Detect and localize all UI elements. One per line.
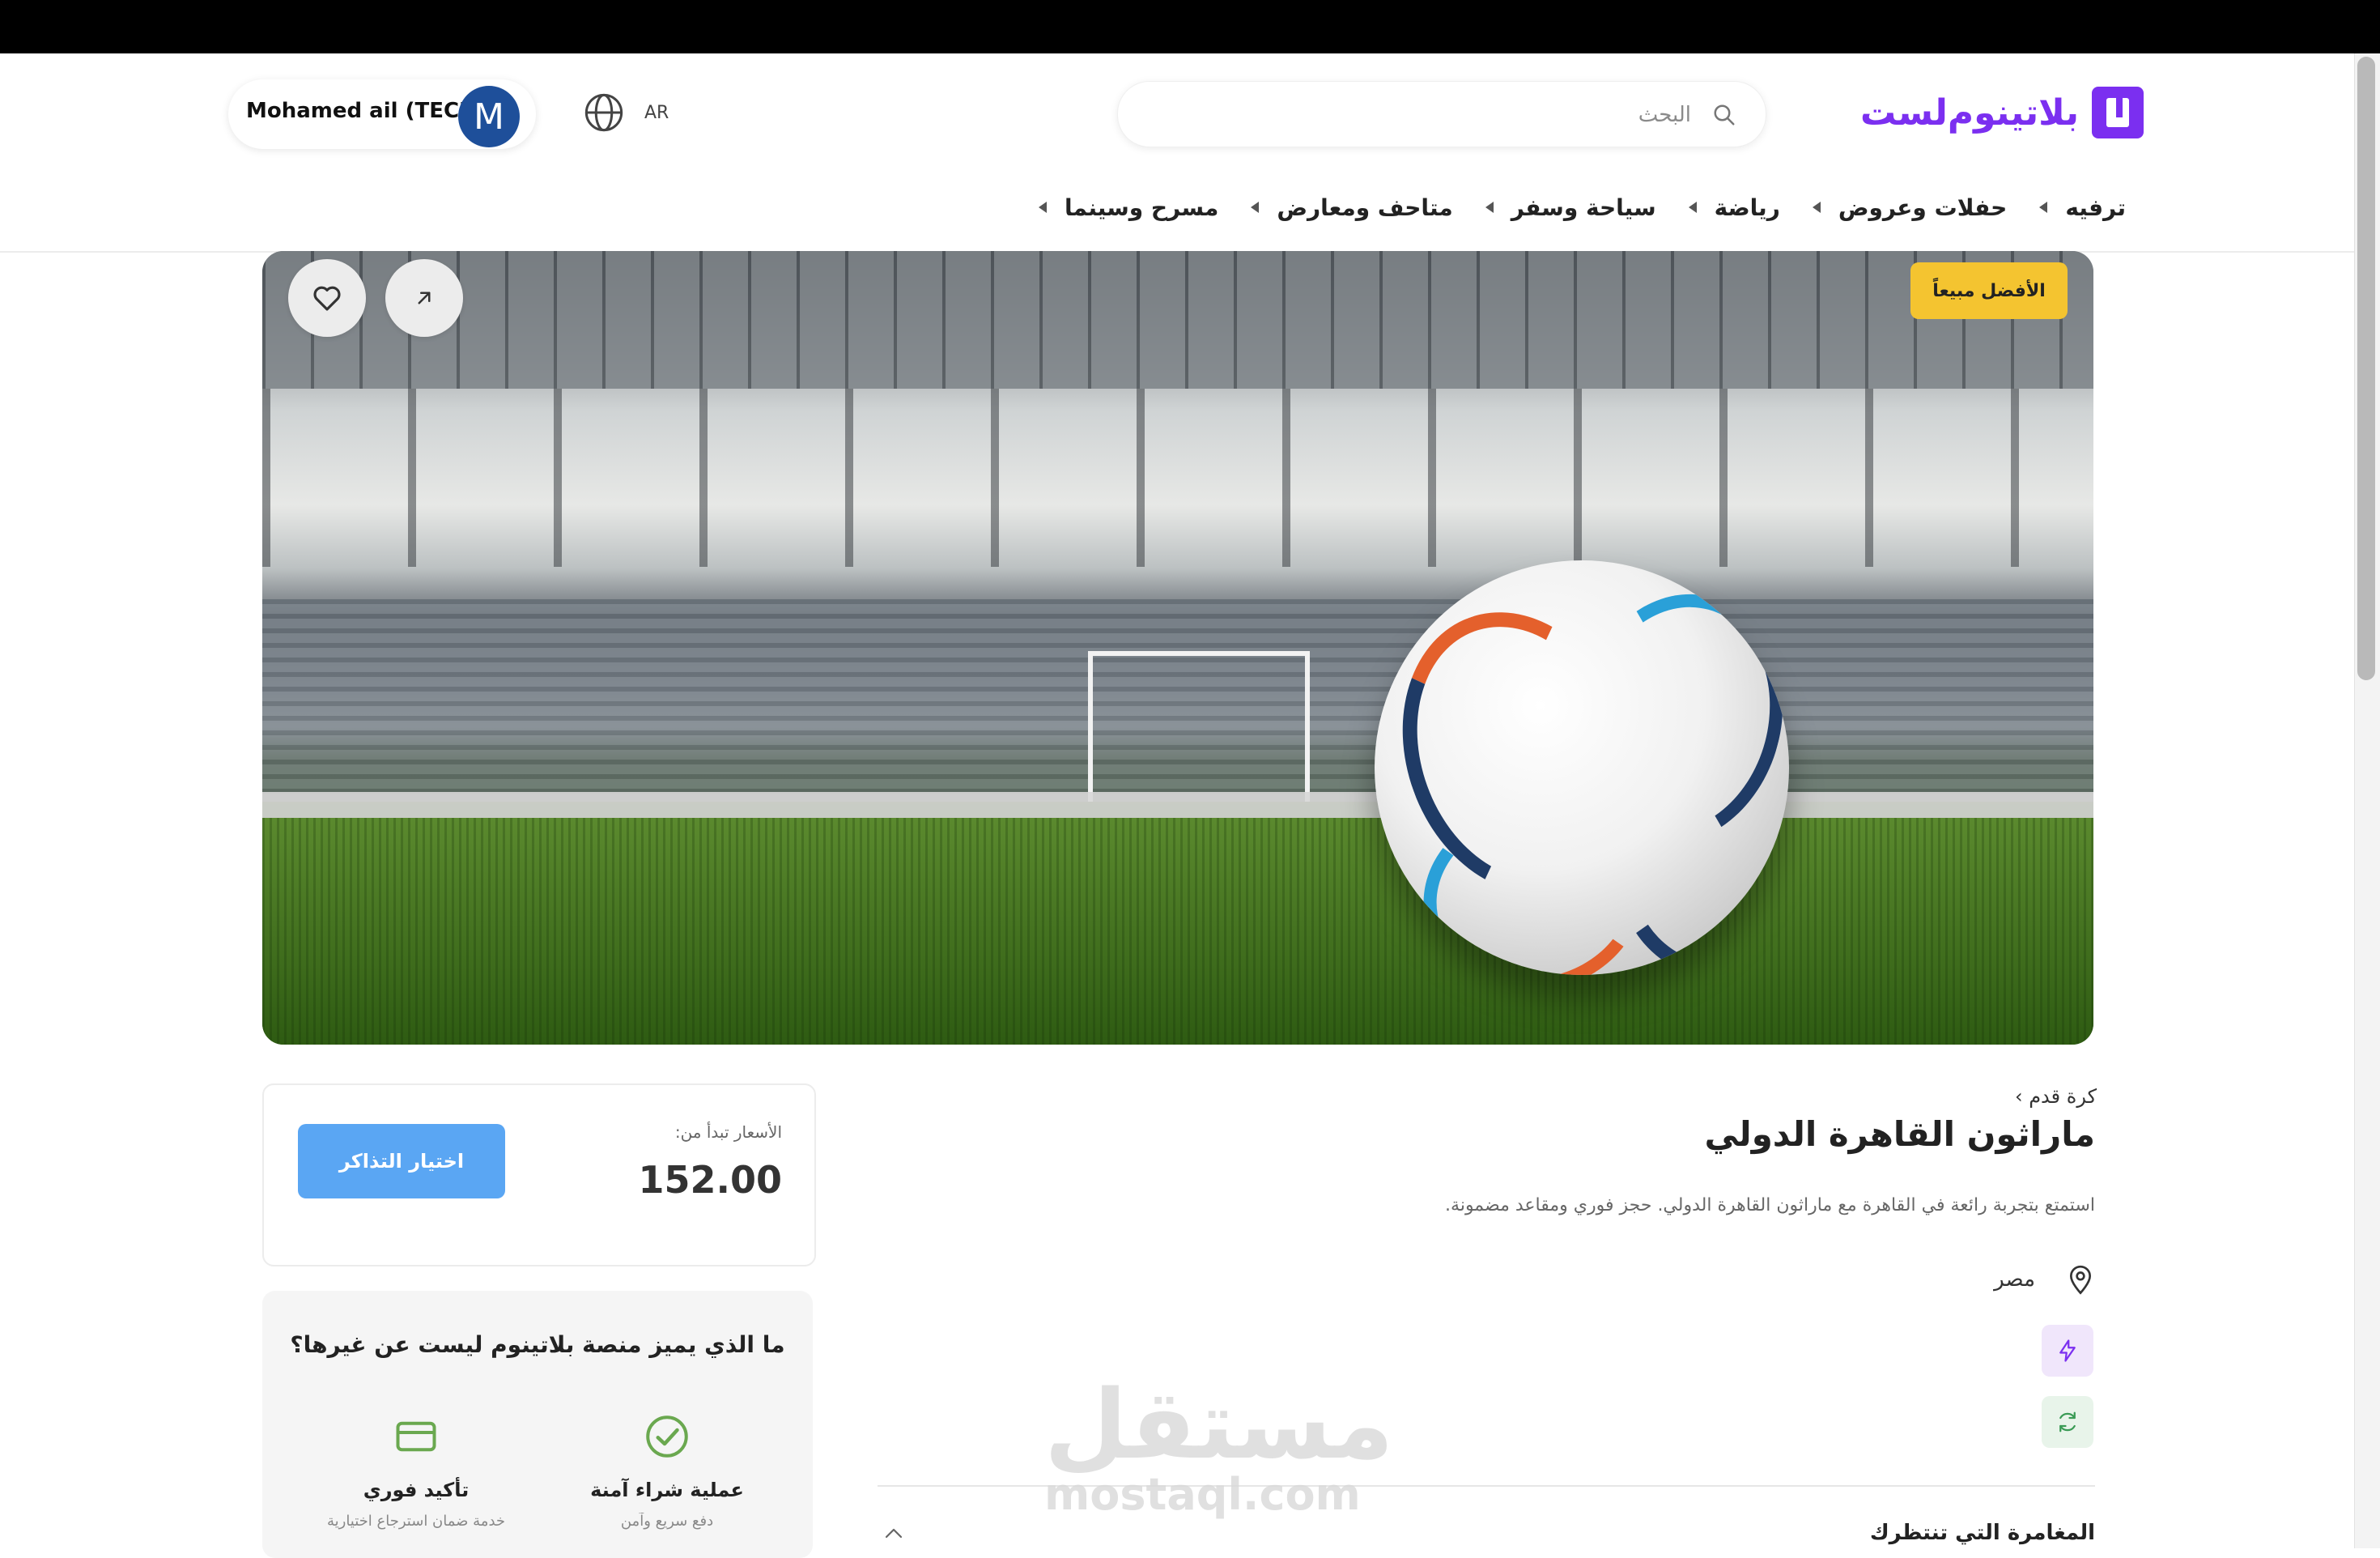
feature-label: تأكيد فوري — [363, 1479, 470, 1501]
feature-sub: خدمة ضمان استرجاع اختيارية — [326, 1513, 506, 1530]
feature-label: عملية شراء آمنة — [590, 1479, 744, 1501]
nav-label: متاحف ومعارض — [1277, 194, 1453, 221]
refresh-icon — [2059, 1411, 2076, 1432]
share-arrow-icon — [418, 292, 431, 304]
price-card: الأسعار تبدأ من: 152.00 اختيار التذاكر — [262, 1083, 816, 1266]
caret-left-icon — [1485, 202, 1494, 213]
site-header: بلاتينوم‌لست AR Mohamed ail (TECH) M ترف… — [0, 53, 2354, 253]
share-button[interactable] — [385, 259, 463, 337]
price-label: الأسعار تبدأ من: — [674, 1122, 782, 1142]
caret-left-icon — [1812, 202, 1821, 213]
refund-feature — [2042, 1396, 2093, 1448]
globe-icon — [584, 93, 623, 132]
main-nav: ترفيه حفلات وعروض رياضة سياحة وسفر متاحف… — [1039, 183, 2126, 232]
browser-top-bar — [0, 0, 2380, 53]
page-title: ماراثون القاهرة الدولي — [1704, 1114, 2095, 1154]
price-value: 152.00 — [638, 1158, 782, 1202]
nav-item-museums[interactable]: متاحف ومعارض — [1251, 194, 1453, 221]
language-label: AR — [644, 102, 669, 123]
search-bar[interactable] — [1117, 81, 1766, 147]
nav-item-travel[interactable]: سياحة وسفر — [1485, 194, 1656, 221]
logo-mark-icon — [2092, 87, 2144, 138]
nav-item-sports[interactable]: رياضة — [1688, 194, 1780, 221]
scrollbar-thumb[interactable] — [2357, 57, 2375, 680]
favorite-button[interactable] — [288, 259, 366, 337]
event-location: مصر — [1927, 1260, 2097, 1299]
nav-label: حفلات وعروض — [1838, 194, 2008, 221]
feature-secure-purchase: عملية شراء آمنة دفع سريع وآمن — [562, 1412, 772, 1530]
nav-item-entertainment[interactable]: ترفيه — [2039, 194, 2126, 221]
language-switcher[interactable]: AR — [583, 92, 669, 133]
caret-left-icon — [1688, 202, 1697, 213]
watermark-arabic: مستقل — [1044, 1369, 1394, 1480]
search-icon[interactable] — [1712, 103, 1736, 127]
location-text: مصر — [1994, 1267, 2035, 1292]
stadium-roof — [262, 251, 2093, 389]
heart-icon — [313, 286, 341, 311]
lightning-icon — [2059, 1339, 2076, 1362]
goal-post — [1088, 651, 1310, 802]
user-name: Mohamed ail (TECH) — [246, 99, 487, 123]
caret-left-icon — [1039, 202, 1048, 213]
choose-tickets-button[interactable]: اختيار التذاكر — [298, 1124, 505, 1198]
adventure-section-title[interactable]: المغامرة التي تنتظرك — [1700, 1521, 2095, 1545]
credit-card-icon — [396, 1421, 436, 1452]
nav-label: سياحة وسفر — [1511, 194, 1656, 221]
nav-label: مسرح وسينما — [1065, 194, 1219, 221]
feature-instant-confirmation: تأكيد فوري خدمة ضمان استرجاع اختيارية — [311, 1412, 521, 1530]
why-title: ما الذي يميز منصة بلاتينوم ليست عن غيرها… — [290, 1331, 785, 1358]
instant-booking-feature — [2042, 1325, 2093, 1377]
caret-left-icon — [1251, 202, 1260, 213]
user-menu[interactable]: Mohamed ail (TECH) M — [228, 79, 536, 149]
feature-sub: دفع سريع وآمن — [620, 1513, 714, 1530]
caret-left-icon — [2039, 202, 2048, 213]
nav-label: ترفيه — [2065, 194, 2126, 221]
check-circle-icon — [646, 1415, 688, 1458]
ad-boards — [262, 792, 2093, 818]
avatar: M — [458, 86, 520, 147]
search-input[interactable] — [1236, 96, 1693, 134]
best-seller-badge: الأفضل مبيعاً — [1910, 262, 2068, 319]
stadium-beams — [262, 389, 2093, 567]
football-image — [1375, 560, 1789, 975]
site-logo[interactable]: بلاتينوم‌لست — [1860, 86, 2144, 139]
why-platinum-card: ما الذي يميز منصة بلاتينوم ليست عن غيرها… — [262, 1291, 813, 1558]
nav-label: رياضة — [1714, 194, 1780, 221]
watermark: مستقل mostaql.com — [1044, 1369, 1394, 1520]
watermark-latin: mostaql.com — [1044, 1469, 1361, 1520]
event-description: استمتع بتجربة رائعة في القاهرة مع ماراثو… — [1445, 1195, 2095, 1215]
event-hero-image — [262, 251, 2093, 1045]
chevron-up-icon[interactable] — [884, 1527, 903, 1539]
map-pin-icon — [2069, 1265, 2092, 1295]
nav-item-concerts[interactable]: حفلات وعروض — [1812, 194, 2008, 221]
logo-text: بلاتينوم‌لست — [1860, 92, 2080, 134]
pitch-grass — [262, 818, 2093, 1045]
nav-item-theatre[interactable]: مسرح وسينما — [1039, 194, 1218, 221]
breadcrumb[interactable]: كرة قدم › — [1943, 1085, 2097, 1108]
